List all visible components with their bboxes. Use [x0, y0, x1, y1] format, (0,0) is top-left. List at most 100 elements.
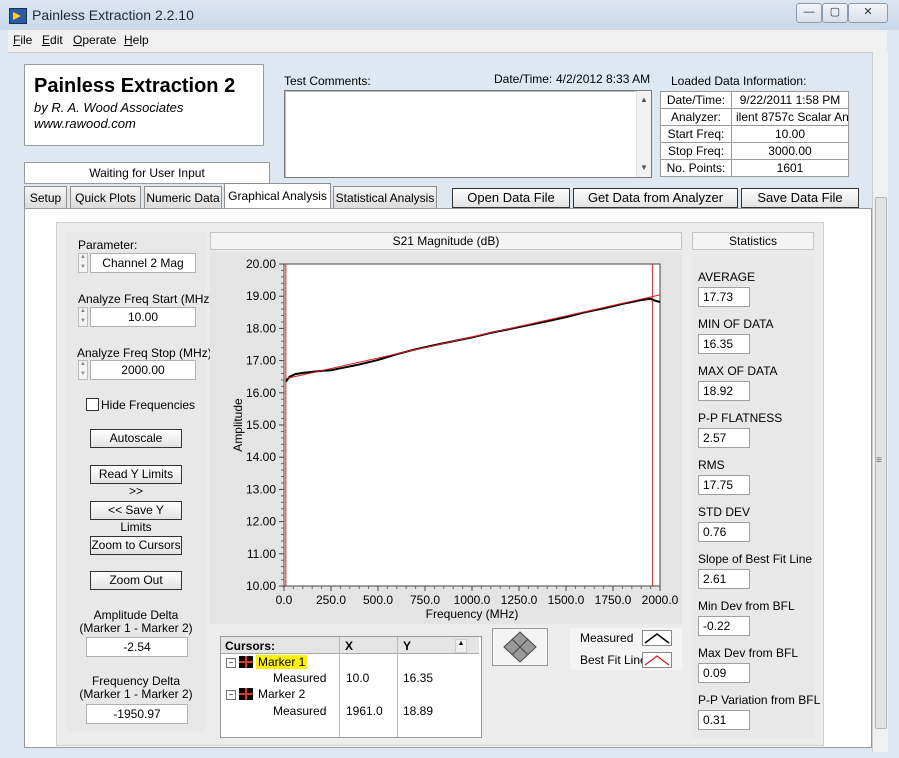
x-tick-label: 1750.0 [595, 593, 632, 607]
statistics-panel: AVERAGE 17.73 MIN OF DATA 16.35 MAX OF DATA 1… [692, 256, 820, 738]
stat-value: 0.31 [698, 710, 750, 730]
y-tick-label: 11.00 [247, 547, 276, 561]
chart-title: S21 Magnitude (dB) [210, 232, 682, 250]
stop-freq-spinner[interactable] [78, 360, 88, 380]
tab-setup[interactable]: Setup [24, 186, 67, 208]
datetime-value: 4/2/2012 8:33 AM [556, 72, 651, 86]
close-button[interactable]: ✕ [848, 3, 888, 23]
info-key: No. Points: [660, 159, 732, 177]
stat-value: 2.61 [698, 569, 750, 589]
stat-label: AVERAGE [698, 270, 756, 284]
s21-magnitude-chart[interactable]: 10.00 11.00 12.00 13.00 14.00 15.00 16.00 17.00… [210, 252, 682, 624]
series-legend: Measured Best Fit Line [570, 628, 682, 670]
collapse-icon[interactable]: − [226, 690, 236, 700]
stop-freq-input[interactable]: 2000.00 [90, 360, 196, 380]
tab-statistical-analysis[interactable]: Statistical Analysis [333, 186, 437, 208]
vertical-scrollbar[interactable]: ≡ [872, 52, 888, 752]
y-tick-label: 15.00 [246, 418, 276, 432]
loaded-info-table: Date/Time: 9/22/2011 1:58 PM Analyzer: ile… [660, 91, 849, 177]
menu-file[interactable]: File [13, 33, 32, 47]
cursor-header-name: Cursors: [225, 639, 276, 653]
brand-by: by R. A. Wood Associates [34, 100, 184, 115]
legend-bfl-label: Best Fit Line [580, 653, 647, 667]
parameter-label: Parameter: [78, 238, 138, 252]
start-freq-input[interactable]: 10.00 [90, 307, 196, 327]
stat-label: MAX OF DATA [698, 364, 778, 378]
x-tick-label: 250.0 [316, 593, 346, 607]
y-tick-label: 19.00 [246, 289, 276, 303]
info-key: Analyzer: [660, 108, 732, 126]
title-bar: Painless Extraction 2.2.10 — ▢ ✕ [0, 0, 899, 30]
x-tick-label: 1000.0 [454, 593, 491, 607]
menu-edit[interactable]: Edit [42, 33, 63, 47]
save-data-file-button[interactable]: Save Data File [741, 188, 859, 208]
read-y-limits-button[interactable]: Read Y Limits >> [90, 465, 182, 498]
scroll-up-icon: ▲ [640, 95, 648, 104]
marker1-name[interactable]: Marker 1 [256, 655, 308, 669]
parameter-spinner[interactable] [78, 253, 88, 273]
legend-measured-label: Measured [580, 631, 634, 645]
datetime-label: Date/Time: [494, 72, 553, 86]
y-axis-label: Amplitude [231, 398, 245, 452]
start-freq-spinner[interactable] [78, 307, 88, 327]
loaded-info-title: Loaded Data Information: [671, 74, 807, 88]
y-tick-label: 14.00 [246, 450, 276, 464]
zoom-to-cursors-button[interactable]: Zoom to Cursors [90, 536, 182, 555]
menu-operate[interactable]: Operate [73, 33, 116, 47]
maximize-button[interactable]: ▢ [822, 3, 848, 23]
diamond-arrows-icon [503, 631, 537, 663]
zoom-out-button[interactable]: Zoom Out [90, 571, 182, 590]
stat-label: P-P FLATNESS [698, 411, 783, 425]
legend-measured-swatch[interactable] [642, 630, 672, 646]
stat-label: Max Dev from BFL [698, 646, 799, 660]
frequency-delta-label: Frequency Delta [91, 674, 181, 688]
comments-scrollbar[interactable]: ▲ ▼ [636, 91, 651, 177]
autoscale-button[interactable]: Autoscale [90, 429, 182, 448]
marker2-x: 1961.0 [346, 704, 383, 718]
hide-frequencies-checkbox[interactable] [86, 398, 99, 411]
get-data-from-analyzer-button[interactable]: Get Data from Analyzer [573, 188, 738, 208]
stat-label: P-P Variation from BFL [698, 693, 821, 707]
brand-url: www.rawood.com [34, 116, 136, 131]
tab-quick-plots[interactable]: Quick Plots [70, 186, 141, 208]
y-tick-label: 16.00 [246, 386, 276, 400]
marker1-cursor-icon [239, 656, 253, 668]
open-data-file-button[interactable]: Open Data File [452, 188, 570, 208]
app-title: Painless Extraction 2 [34, 75, 236, 97]
plot-area[interactable] [283, 263, 661, 587]
stat-label: MIN OF DATA [698, 317, 774, 331]
marker2-name[interactable]: Marker 2 [258, 687, 305, 701]
y-tick-label: 17.00 [246, 354, 276, 368]
scroll-down-icon: ▼ [640, 163, 648, 172]
stat-value: 0.09 [698, 663, 750, 683]
info-key: Start Freq: [660, 125, 732, 143]
x-tick-label: 2000.0 [642, 593, 679, 607]
stop-freq-label: Analyze Freq Stop (MHz) [77, 346, 212, 360]
cursor-move-control[interactable] [492, 628, 548, 666]
collapse-icon[interactable]: − [226, 658, 236, 668]
parameter-select[interactable]: Channel 2 Mag [90, 253, 196, 273]
stat-value: 18.92 [698, 381, 750, 401]
info-value: 1601 [731, 159, 849, 177]
marker1-y: 16.35 [403, 671, 434, 685]
cursor-legend-scroll-icon[interactable]: ▲ [455, 639, 467, 653]
cursor-header-x: X [345, 639, 354, 653]
menu-help[interactable]: Help [124, 33, 149, 47]
comments-textarea[interactable]: ▲ ▼ [284, 90, 652, 178]
marker1-series: Measured [273, 671, 327, 685]
tab-numeric-data[interactable]: Numeric Data [144, 186, 222, 208]
amplitude-delta-value: -2.54 [86, 637, 188, 657]
y-tick-label: 13.00 [246, 482, 276, 496]
minimize-button[interactable]: — [796, 3, 822, 23]
comments-label: Test Comments: [284, 74, 371, 88]
legend-bfl-swatch[interactable] [642, 652, 672, 668]
marker2-y: 18.89 [403, 704, 434, 718]
info-key: Stop Freq: [660, 142, 732, 160]
info-key: Date/Time: [660, 91, 732, 109]
save-y-limits-button[interactable]: << Save Y Limits [90, 501, 182, 534]
stat-value: 16.35 [698, 334, 750, 354]
amplitude-delta-label: Amplitude Delta [93, 608, 179, 622]
stat-value: 17.75 [698, 475, 750, 495]
frequency-delta-value: -1950.97 [86, 704, 188, 724]
tab-graphical-analysis[interactable]: Graphical Analysis [224, 183, 331, 209]
